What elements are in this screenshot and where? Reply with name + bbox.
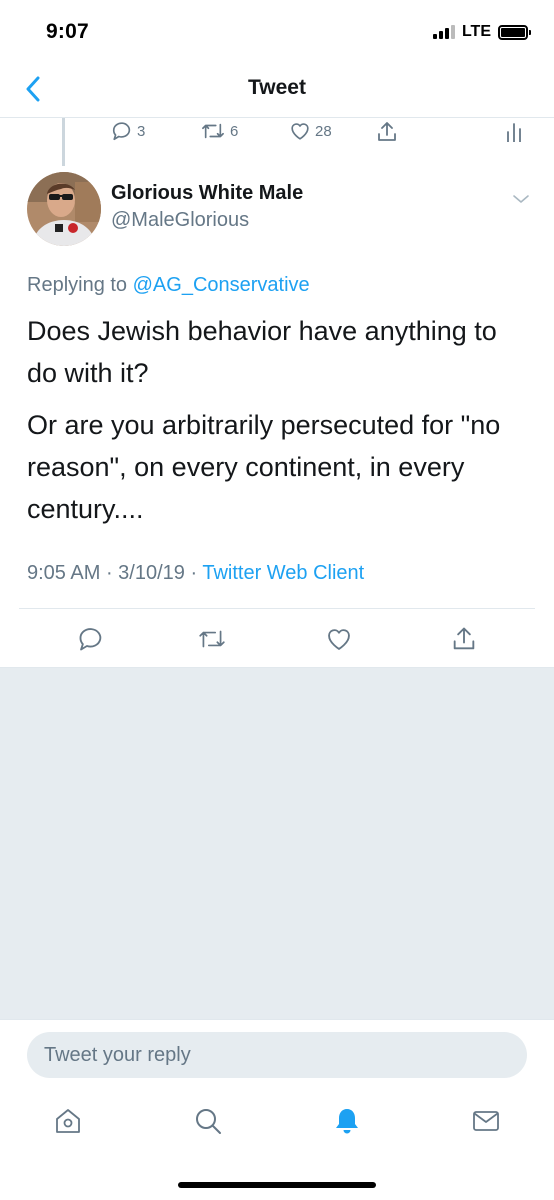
meta-separator: · xyxy=(184,562,203,584)
battery-icon xyxy=(498,24,531,40)
user-handle[interactable]: @MaleGlorious xyxy=(111,209,249,232)
home-indicator[interactable] xyxy=(178,1182,376,1188)
tweet-text: Does Jewish behavior have anything to do… xyxy=(27,310,532,540)
avatar-image xyxy=(27,172,101,246)
tweet-options-button[interactable] xyxy=(510,188,532,210)
replying-mention-link[interactable]: @AG_Conservative xyxy=(133,274,310,296)
reply-icon xyxy=(112,122,131,141)
heart-icon xyxy=(328,629,350,650)
meta-separator: · xyxy=(100,562,119,584)
empty-replies-area xyxy=(0,667,554,1019)
replying-to: Replying to @AG_Conservative xyxy=(27,274,310,297)
display-name[interactable]: Glorious White Male xyxy=(111,182,303,205)
previous-tweet-actions: 3 6 28 xyxy=(0,118,554,148)
previous-retweet-count: 6 xyxy=(230,122,239,140)
analytics-icon xyxy=(507,123,521,142)
tweet-time: 9:05 AM xyxy=(27,562,101,584)
previous-like-button[interactable]: 28 xyxy=(289,120,332,142)
tab-search[interactable] xyxy=(192,1105,224,1137)
replying-prefix: Replying to xyxy=(27,274,128,296)
page-title: Tweet xyxy=(248,76,306,99)
previous-reply-count: 3 xyxy=(137,122,146,140)
reply-input[interactable] xyxy=(27,1032,527,1078)
share-icon xyxy=(378,122,396,141)
retweet-button[interactable] xyxy=(197,624,227,654)
retweet-icon xyxy=(199,630,225,648)
previous-reply-button[interactable]: 3 xyxy=(111,120,145,142)
share-icon xyxy=(453,627,475,650)
home-icon xyxy=(56,1109,80,1133)
tweet-client-link[interactable]: Twitter Web Client xyxy=(202,562,364,584)
reply-button[interactable] xyxy=(76,624,106,654)
tweet-meta: 9:05 AM · 3/10/19 · Twitter Web Client xyxy=(27,562,364,585)
tweet-paragraph: Does Jewish behavior have anything to do… xyxy=(27,316,497,388)
share-button[interactable] xyxy=(449,624,479,654)
previous-like-count: 28 xyxy=(315,122,332,140)
previous-retweet-button[interactable]: 6 xyxy=(200,120,238,142)
chevron-down-icon xyxy=(513,195,529,203)
status-indicators: LTE xyxy=(432,23,531,41)
signal-icon xyxy=(432,25,455,39)
status-bar: 9:07 LTE xyxy=(0,0,554,62)
like-button[interactable] xyxy=(324,624,354,654)
heart-icon xyxy=(291,123,309,140)
previous-analytics-button[interactable] xyxy=(505,120,523,142)
retweet-icon xyxy=(202,123,224,139)
search-icon xyxy=(196,1109,221,1134)
tweet-date: 3/10/19 xyxy=(118,562,185,584)
network-label: LTE xyxy=(461,23,491,40)
bell-icon xyxy=(336,1109,358,1134)
status-time: 9:07 xyxy=(46,20,89,43)
tweet-actions xyxy=(0,609,554,667)
tab-notifications[interactable] xyxy=(331,1105,363,1137)
tab-messages[interactable] xyxy=(470,1105,502,1137)
reply-icon xyxy=(79,628,102,651)
tab-home[interactable] xyxy=(52,1105,84,1137)
avatar[interactable] xyxy=(27,172,101,246)
reply-bar xyxy=(0,1019,554,1085)
tweet-paragraph: Or are you arbitrarily persecuted for "n… xyxy=(27,410,501,524)
nav-header: Tweet xyxy=(0,62,554,118)
envelope-icon xyxy=(473,1111,499,1131)
previous-share-button[interactable] xyxy=(375,120,399,144)
